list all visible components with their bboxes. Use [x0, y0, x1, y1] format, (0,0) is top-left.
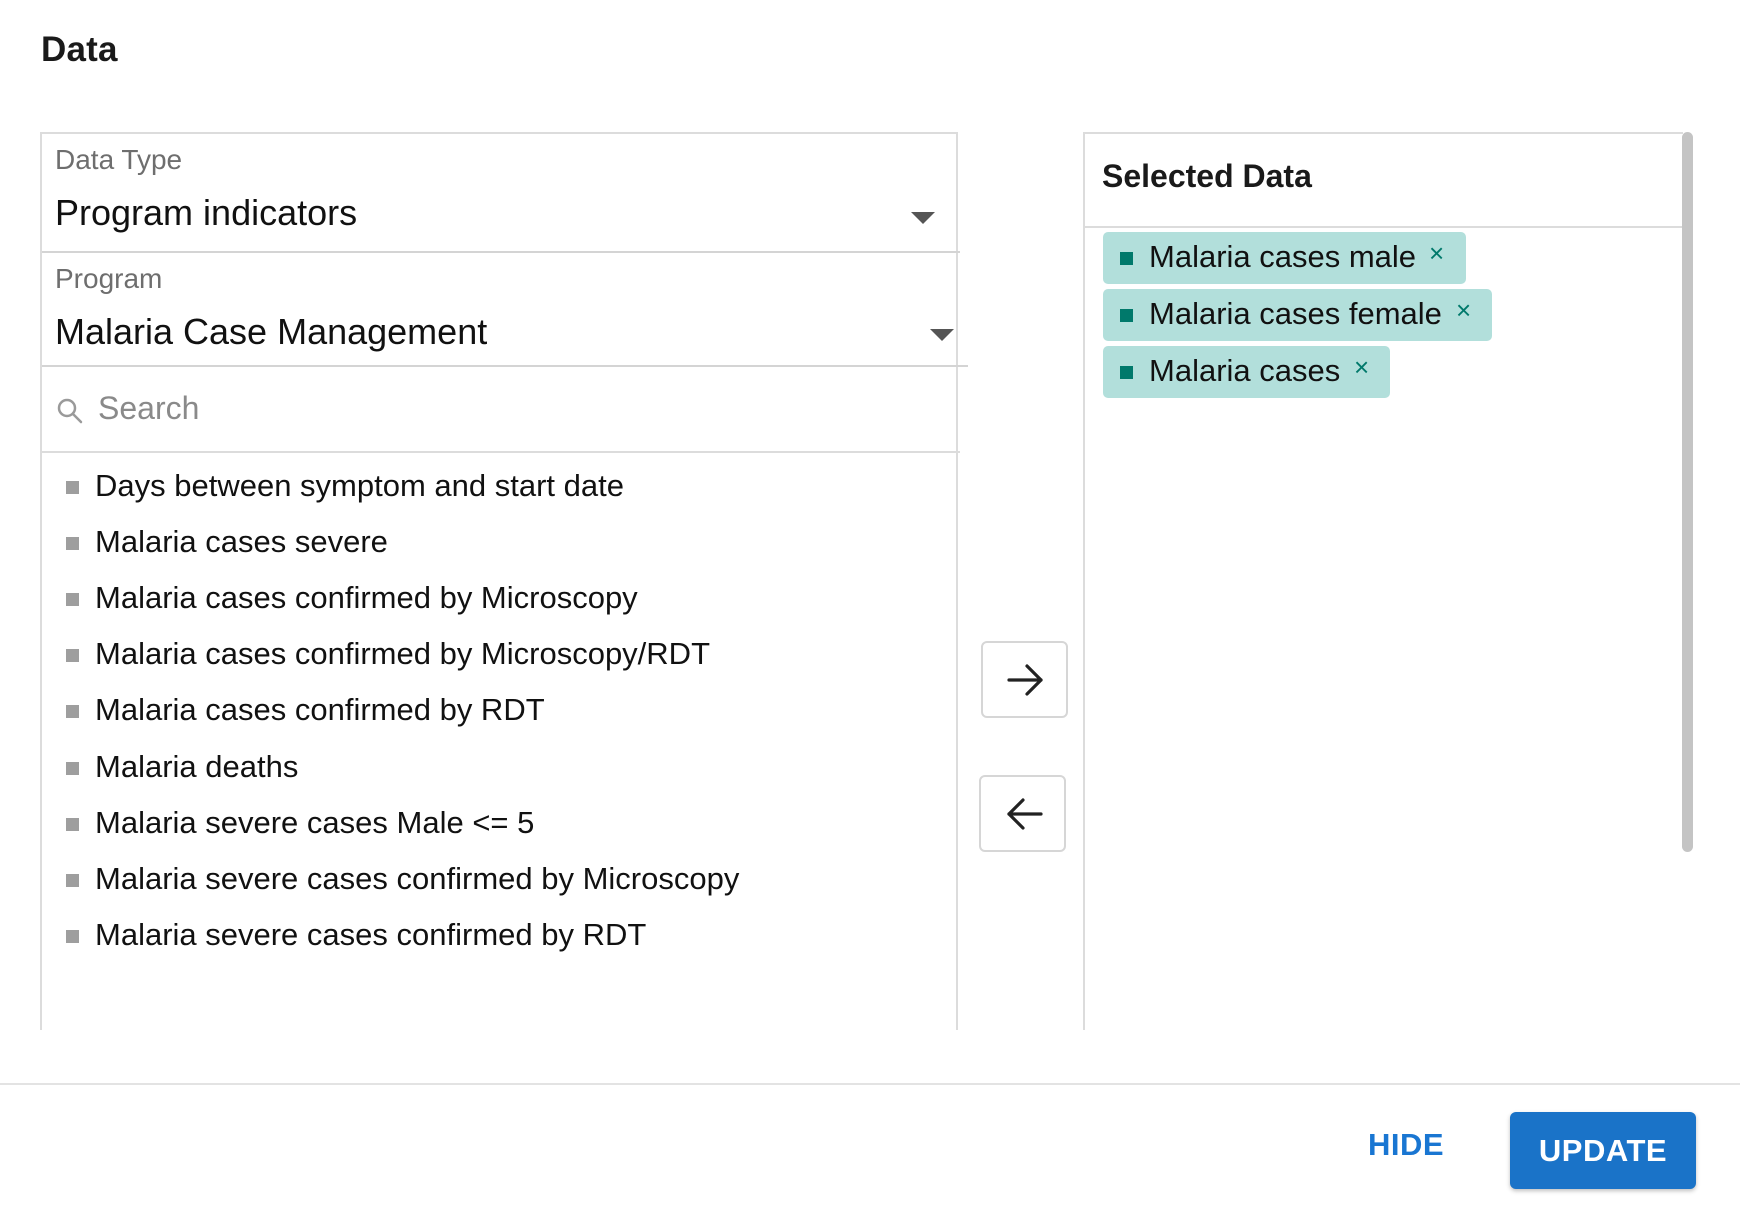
chip-square-icon [1120, 252, 1133, 265]
select-item-button[interactable] [981, 641, 1068, 718]
close-icon[interactable]: × [1456, 297, 1471, 323]
data-type-value: Program indicators [55, 192, 358, 233]
chip-square-icon [1120, 366, 1133, 379]
footer-divider [0, 1083, 1740, 1085]
chip-square-icon [1120, 309, 1133, 322]
hide-button[interactable]: HIDE [1368, 1127, 1444, 1163]
data-type-label: Data Type [55, 144, 183, 175]
selected-scrollbar[interactable] [1682, 132, 1693, 852]
chevron-down-icon [911, 212, 935, 224]
data-type-select[interactable]: Data Type Program indicators [42, 134, 960, 253]
selected-header: Selected Data [1085, 134, 1683, 228]
program-value: Malaria Case Management [55, 311, 488, 352]
list-item[interactable]: Malaria cases confirmed by Microscopy/RD… [42, 630, 942, 682]
dialog-title: Data [41, 30, 118, 69]
list-item[interactable]: Malaria severe cases Male <= 5 [42, 799, 942, 851]
list-item[interactable]: Days between symptom and start date [42, 462, 942, 514]
selected-chip[interactable]: Malaria cases female × [1103, 289, 1492, 341]
list-item[interactable]: Malaria deaths [42, 743, 942, 795]
search-input[interactable]: Search [42, 367, 960, 453]
list-item[interactable]: Malaria severe cases confirmed by RDT [42, 911, 942, 963]
list-item[interactable]: Malaria severe cases confirmed by Micros… [42, 855, 942, 907]
deselect-item-button[interactable] [979, 775, 1066, 852]
item-square-icon [66, 762, 79, 775]
list-item[interactable]: Malaria cases confirmed by RDT [42, 686, 942, 738]
close-icon[interactable]: × [1429, 240, 1444, 266]
item-square-icon [66, 593, 79, 606]
search-placeholder: Search [98, 390, 200, 426]
item-square-icon [66, 874, 79, 887]
list-item[interactable]: Malaria cases confirmed by Microscopy [42, 574, 942, 626]
item-square-icon [66, 818, 79, 831]
chevron-down-icon [930, 329, 954, 341]
available-panel: Data Type Program indicators Program Mal… [40, 132, 968, 1030]
item-square-icon [66, 930, 79, 943]
item-square-icon [66, 537, 79, 550]
item-square-icon [66, 649, 79, 662]
search-icon [57, 398, 83, 424]
selected-chip[interactable]: Malaria cases × [1103, 346, 1390, 398]
list-item[interactable]: Malaria cases severe [42, 518, 942, 570]
update-button[interactable]: UPDATE [1510, 1112, 1696, 1189]
selected-header-title: Selected Data [1102, 158, 1312, 194]
arrow-left-icon [1007, 798, 1043, 830]
program-select[interactable]: Program Malaria Case Management [42, 253, 968, 367]
close-icon[interactable]: × [1354, 354, 1369, 380]
selected-chip[interactable]: Malaria cases male × [1103, 232, 1466, 284]
program-label: Program [55, 263, 163, 294]
selected-panel: Selected Data Malaria cases male × Malar… [1083, 132, 1683, 1030]
item-square-icon [66, 481, 79, 494]
arrow-right-icon [1007, 664, 1043, 696]
item-square-icon [66, 705, 79, 718]
